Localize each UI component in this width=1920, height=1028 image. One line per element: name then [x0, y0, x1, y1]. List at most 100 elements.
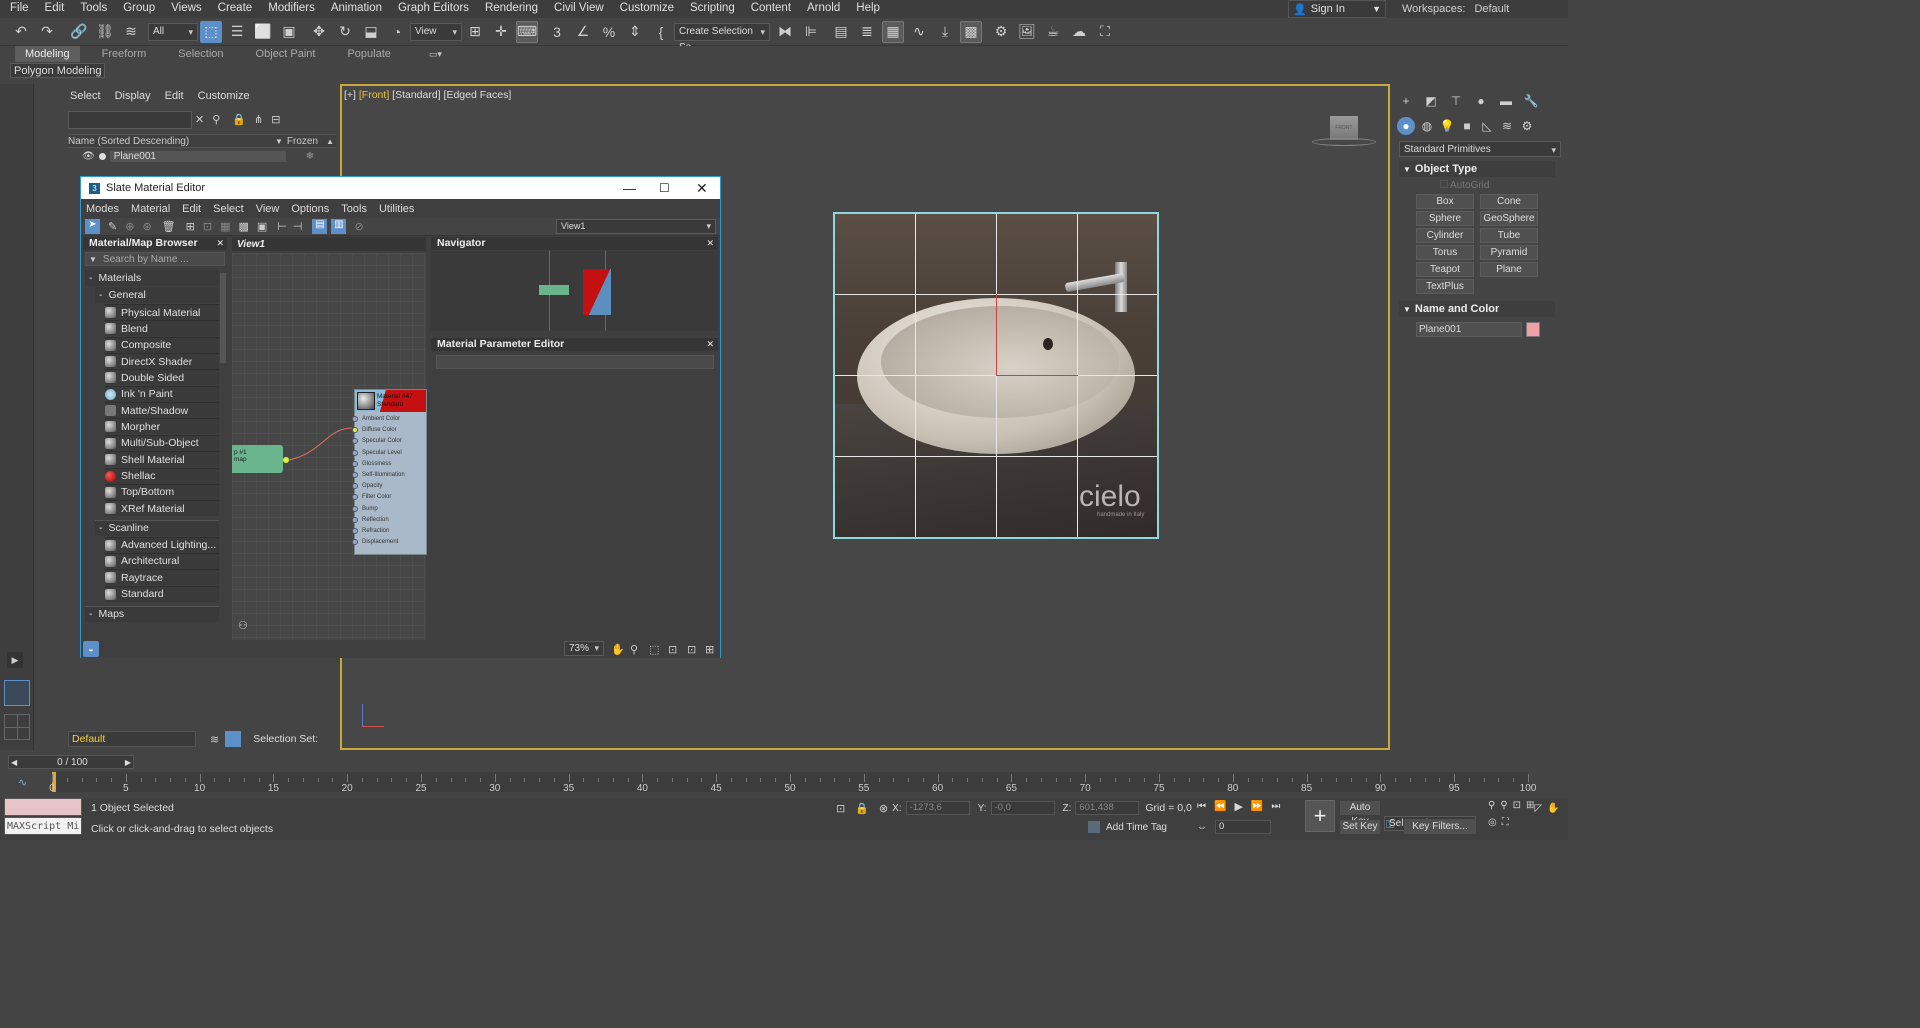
show-map-icon[interactable]: ▩	[238, 220, 248, 233]
collapse-icon[interactable]: -	[89, 272, 93, 284]
shapes-icon[interactable]: ◍	[1418, 117, 1436, 135]
param-editor-toggle-icon[interactable]: ▥	[331, 219, 347, 234]
key-filters-button[interactable]: Key Filters...	[1404, 819, 1476, 834]
edit-named-selection-icon[interactable]: {	[650, 21, 672, 43]
menu-group[interactable]: Group	[115, 0, 163, 18]
slot-reflection[interactable]: Reflection	[352, 515, 427, 526]
browser-search[interactable]: ▼ Search by Name ...	[85, 252, 225, 266]
create-tube-button[interactable]: Tube	[1480, 228, 1538, 243]
maxscript-listener-pink[interactable]	[4, 798, 82, 816]
menu-create[interactable]: Create	[210, 0, 261, 18]
frozen-column-header[interactable]: Frozen	[287, 136, 318, 147]
cameras-icon[interactable]: ■	[1458, 117, 1476, 135]
zoom-dropdown[interactable]: 73%	[564, 641, 604, 656]
pan-icon[interactable]: ✋	[1547, 803, 1559, 814]
reference-coordinate-dropdown[interactable]: View	[410, 22, 462, 41]
undo-icon[interactable]: ↶	[10, 21, 32, 43]
mirror-icon[interactable]: ⧓	[774, 21, 796, 43]
scene-row-plane001[interactable]: 👁 Plane001 ❄	[68, 149, 336, 163]
next-frame-icon[interactable]: ⏩	[1251, 801, 1263, 812]
browser-scrollbar[interactable]	[220, 273, 226, 363]
menu-tools[interactable]: Tools	[72, 0, 115, 18]
sme-app-icon[interactable]: ◒	[83, 641, 99, 657]
maps-group[interactable]: - Maps	[85, 605, 219, 622]
zoom-extents-icon[interactable]: ⊡	[1513, 800, 1521, 811]
zoom-region-icon[interactable]: ⬚	[649, 643, 659, 656]
collapse-icon[interactable]: -	[89, 608, 93, 620]
curve-editor-icon[interactable]: ∿	[908, 21, 930, 43]
scanline-group[interactable]: - Scanline	[95, 519, 219, 536]
slot-socket[interactable]	[352, 528, 358, 534]
browser-item-multi-sub-object[interactable]: Multi/Sub-Object	[105, 434, 219, 451]
viewport-label[interactable]: [+] [Front] [Standard] [Edged Faces]	[344, 89, 511, 101]
time-slider[interactable]: ◀ 0 / 100 ▶	[8, 755, 134, 769]
browser-item-shell-material[interactable]: Shell Material	[105, 451, 219, 468]
select-object-icon[interactable]: ⬚	[200, 20, 222, 43]
curve-editor-mini-icon[interactable]: ∿	[18, 776, 27, 789]
render-production-icon[interactable]: ☕	[1042, 21, 1064, 43]
current-frame-field[interactable]: 0	[1215, 820, 1271, 834]
freeze-icon[interactable]: ❄	[306, 151, 314, 162]
rect-selection-icon[interactable]: ⬜	[252, 21, 274, 43]
scene-search-input[interactable]	[68, 111, 192, 129]
lights-icon[interactable]: 💡	[1438, 117, 1456, 135]
ribbon-options-icon[interactable]: ▭▾	[429, 49, 442, 60]
hierarchy-icon[interactable]: ⋔	[254, 113, 263, 126]
slot-specular-level[interactable]: Specular Level	[352, 448, 427, 459]
ribbon-tab-populate[interactable]: Populate	[337, 46, 400, 62]
filter-icon[interactable]: ⚲	[212, 113, 220, 126]
viewport-point-of-view[interactable]: [Front]	[359, 89, 389, 101]
keyboard-shortcut-override-icon[interactable]: ⌨	[516, 20, 538, 43]
z-coordinate-field[interactable]: 601,438	[1075, 801, 1140, 815]
geometry-icon[interactable]: ●	[1397, 117, 1415, 135]
menu-content[interactable]: Content	[743, 0, 799, 18]
object-type-rollout-header[interactable]: ▼ Object Type	[1399, 161, 1555, 177]
unlink-icon[interactable]: ⛓	[94, 21, 116, 43]
viewcube[interactable]: FRONT	[1330, 116, 1358, 140]
slot-socket[interactable]	[352, 472, 358, 478]
zoom-extents-icon[interactable]: ⊡	[668, 643, 677, 656]
selection-lock-icon[interactable]: 🔒	[855, 802, 869, 815]
clear-icon[interactable]: ✕	[195, 113, 204, 126]
orbit-icon[interactable]: ◎	[1488, 817, 1497, 828]
pick-material-icon[interactable]: ✎	[108, 220, 117, 233]
browser-item-morpher[interactable]: Morpher	[105, 418, 219, 435]
systems-icon[interactable]: ⚙	[1518, 117, 1536, 135]
materials-group[interactable]: - Materials	[85, 270, 219, 286]
pan-icon[interactable]: ✋	[611, 643, 625, 656]
create-box-button[interactable]: Box	[1416, 194, 1474, 209]
object-name[interactable]: Plane001	[109, 150, 286, 162]
zoom-extents-selected-icon[interactable]: ⊡	[687, 643, 696, 656]
placement-icon[interactable]: ◔	[386, 21, 408, 43]
percent-snap-icon[interactable]: %	[598, 21, 620, 43]
absolute-mode-icon[interactable]: ⊗	[879, 802, 888, 815]
link-icon[interactable]: 🔗	[68, 21, 90, 43]
menu-customize[interactable]: Customize	[612, 0, 682, 18]
menu-arnold[interactable]: Arnold	[799, 0, 848, 18]
object-color-swatch[interactable]	[1526, 322, 1540, 337]
menu-edit[interactable]: Edit	[37, 0, 73, 18]
ribbon-tab-modeling[interactable]: Modeling	[15, 46, 80, 62]
browser-item-blend[interactable]: Blend	[105, 320, 219, 337]
maximize-viewport-icon[interactable]: ⛶	[1502, 817, 1509, 828]
viewport-shading[interactable]: [Standard]	[392, 89, 440, 101]
snaps-toggle-icon[interactable]: 3	[546, 21, 568, 43]
scale-icon[interactable]: ⬓	[360, 21, 382, 43]
menu-help[interactable]: Help	[848, 0, 888, 18]
scroll-up-icon[interactable]: ▲	[326, 137, 334, 146]
auto-key-button[interactable]: Auto Key	[1340, 801, 1380, 827]
slot-opacity[interactable]: Opacity	[352, 481, 427, 492]
plane001-textured[interactable]: cielo handmade in Italy	[833, 212, 1159, 539]
ribbon-tab-object-paint[interactable]: Object Paint	[246, 46, 326, 62]
create-cylinder-button[interactable]: Cylinder	[1416, 228, 1474, 243]
layout-children-icon[interactable]: ⊣	[293, 220, 303, 233]
ribbon-tab-freeform[interactable]: Freeform	[92, 46, 157, 62]
play-icon[interactable]: ▶	[1234, 800, 1242, 813]
rotate-icon[interactable]: ↻	[334, 21, 356, 43]
scene-menu-display[interactable]: Display	[115, 90, 151, 102]
render-setup-icon[interactable]: ⚙	[990, 21, 1012, 43]
browser-item-top-bottom[interactable]: Top/Bottom	[105, 483, 219, 500]
zoom-icon[interactable]: ⚲	[630, 643, 638, 656]
background-icon[interactable]: ▣	[257, 220, 267, 233]
lock-icon[interactable]: 🔒	[232, 113, 246, 126]
